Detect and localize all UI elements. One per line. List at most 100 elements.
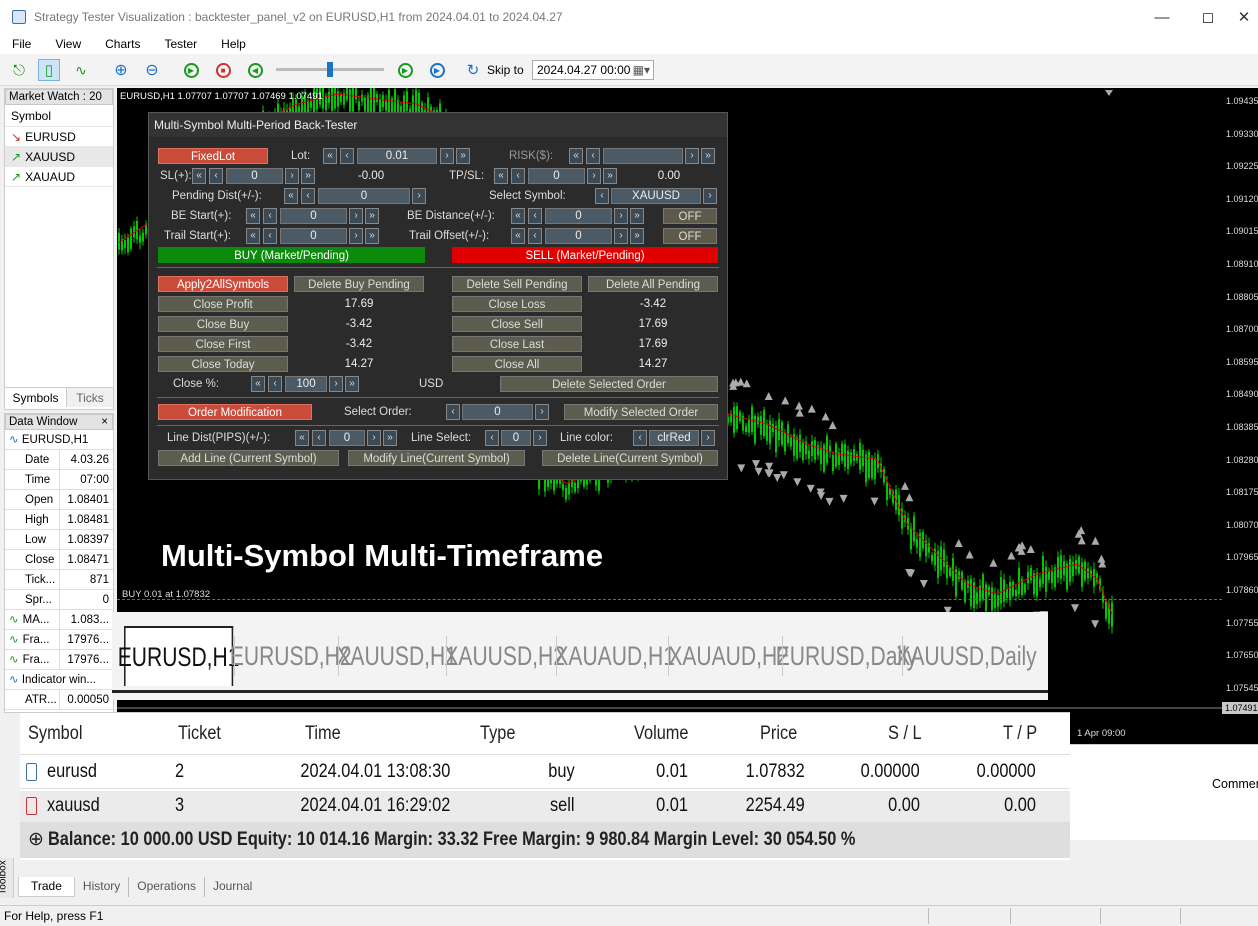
trail-toggle[interactable]: OFF — [663, 228, 717, 244]
menu-help[interactable]: Help — [209, 37, 258, 51]
line-dist-input[interactable]: 0 — [329, 430, 365, 446]
symbol-row[interactable]: ↘ EURUSD — [5, 127, 113, 147]
line-color-next-button[interactable]: › — [701, 430, 715, 446]
menu-charts[interactable]: Charts — [93, 37, 152, 51]
column-header[interactable]: T / P — [1003, 723, 1037, 745]
pending-dec-button[interactable]: ‹ — [301, 188, 315, 204]
close-pct-dec-fast-button[interactable]: « — [251, 376, 265, 392]
close-pct-inc-button[interactable]: › — [329, 376, 343, 392]
be-dist-inc-button[interactable]: › — [614, 208, 628, 224]
symbol-row[interactable]: ↗ XAUAUD — [5, 167, 113, 187]
lot-inc-fast-button[interactable]: » — [456, 148, 470, 164]
column-header[interactable]: Time — [305, 723, 341, 745]
line-color-prev-button[interactable]: ‹ — [633, 430, 647, 446]
close-pct-input[interactable]: 100 — [285, 376, 327, 392]
trail-start-inc-button[interactable]: › — [349, 228, 363, 244]
lot-inc-button[interactable]: › — [440, 148, 454, 164]
buy-button[interactable]: BUY (Market/Pending) — [158, 247, 425, 263]
tab-journal[interactable]: Journal — [205, 877, 260, 897]
fast-forward-icon[interactable]: ▶ — [394, 59, 416, 81]
zoom-out-icon[interactable]: ⊖ — [141, 59, 163, 81]
trade-row[interactable]: xauusd 3 2024.04.01 16:29:02 sell 0.01 2254.4… — [20, 791, 1070, 823]
menu-view[interactable]: View — [43, 37, 93, 51]
close-today-button[interactable]: Close Today — [158, 356, 288, 372]
close-all-button[interactable]: Close All — [452, 356, 582, 372]
order-line[interactable] — [117, 599, 1222, 600]
chart-tab[interactable]: XAUAUD,H2 — [668, 626, 789, 686]
order-next-button[interactable]: › — [535, 404, 549, 420]
slider-thumb[interactable] — [327, 62, 333, 77]
delete-buy-pending-button[interactable]: Delete Buy Pending — [294, 276, 424, 292]
column-header[interactable]: Ticket — [178, 723, 221, 745]
be-start-dec-fast-button[interactable]: « — [246, 208, 260, 224]
order-prev-button[interactable]: ‹ — [446, 404, 460, 420]
play-icon[interactable]: ▶ — [180, 59, 202, 81]
sl-input[interactable]: 0 — [226, 168, 283, 184]
be-start-dec-button[interactable]: ‹ — [263, 208, 277, 224]
fixedlot-button[interactable]: FixedLot — [158, 148, 268, 164]
close-pct-dec-button[interactable]: ‹ — [268, 376, 282, 392]
pending-inc-button[interactable]: › — [412, 188, 426, 204]
skip-date-field[interactable]: 2024.04.27 00:00 ▦▾ — [532, 60, 654, 80]
trail-start-dec-fast-button[interactable]: « — [246, 228, 260, 244]
line-color-select[interactable]: clrRed — [649, 430, 699, 446]
line-select-prev-button[interactable]: ‹ — [485, 430, 499, 446]
line-dist-inc-fast-button[interactable]: » — [383, 430, 397, 446]
modify-line-button[interactable]: Modify Line(Current Symbol) — [348, 450, 525, 466]
chart-tab[interactable]: EURUSD,Daily — [776, 626, 918, 686]
market-watch-header[interactable]: Symbol — [5, 105, 113, 127]
tab-operations[interactable]: Operations — [129, 877, 205, 897]
risk-dec-button[interactable]: ‹ — [586, 148, 600, 164]
select-order-input[interactable]: 0 — [462, 404, 533, 420]
close-icon[interactable]: × — [101, 415, 108, 429]
minimize-button[interactable]: — — [1138, 0, 1186, 34]
chart-tab[interactable]: XAUUSD,Daily — [896, 626, 1036, 686]
sl-dec-button[interactable]: ‹ — [209, 168, 223, 184]
tab-symbols[interactable]: Symbols — [5, 388, 67, 407]
calendar-icon[interactable]: ▦▾ — [633, 61, 650, 79]
zoom-in-icon[interactable]: ⊕ — [110, 59, 132, 81]
tp-inc-fast-button[interactable]: » — [603, 168, 617, 184]
expand-icon[interactable]: ⊕ — [28, 829, 44, 850]
column-header[interactable]: S / L — [888, 723, 922, 745]
lot-dec-button[interactable]: ‹ — [340, 148, 354, 164]
tp-input[interactable]: 0 — [528, 168, 585, 184]
tp-inc-button[interactable]: › — [587, 168, 601, 184]
trail-offset-inc-fast-button[interactable]: » — [630, 228, 644, 244]
line-chart-icon[interactable]: ∿ — [70, 59, 92, 81]
order-modification-button[interactable]: Order Modification — [158, 404, 312, 420]
delete-all-pending-button[interactable]: Delete All Pending — [588, 276, 718, 292]
trail-start-inc-fast-button[interactable]: » — [365, 228, 379, 244]
tp-dec-fast-button[interactable]: « — [494, 168, 508, 184]
lot-dec-fast-button[interactable]: « — [323, 148, 337, 164]
line-dist-dec-fast-button[interactable]: « — [295, 430, 309, 446]
delete-line-button[interactable]: Delete Line(Current Symbol) — [542, 450, 718, 466]
sl-dec-fast-button[interactable]: « — [192, 168, 206, 184]
trail-offset-dec-button[interactable]: ‹ — [528, 228, 542, 244]
trail-offset-dec-fast-button[interactable]: « — [511, 228, 525, 244]
line-dist-inc-button[interactable]: › — [367, 430, 381, 446]
tab-trade[interactable]: Trade — [18, 877, 75, 897]
modify-selected-order-button[interactable]: Modify Selected Order — [564, 404, 718, 420]
candlestick-icon[interactable]: ▯ — [38, 59, 60, 81]
close-button[interactable]: ✕ — [1230, 0, 1258, 34]
delete-sell-pending-button[interactable]: Delete Sell Pending — [452, 276, 582, 292]
bar-chart-icon[interactable]: ⎋ — [8, 59, 30, 81]
step-icon[interactable]: ▶ — [426, 59, 448, 81]
chart-tab[interactable]: XAUUSD,H2 — [444, 626, 565, 686]
line-select-next-button[interactable]: › — [533, 430, 547, 446]
trail-start-dec-button[interactable]: ‹ — [263, 228, 277, 244]
be-start-inc-button[interactable]: › — [349, 208, 363, 224]
risk-dec-fast-button[interactable]: « — [569, 148, 583, 164]
line-select-input[interactable]: 0 — [501, 430, 531, 446]
add-line-button[interactable]: Add Line (Current Symbol) — [158, 450, 339, 466]
be-start-input[interactable]: 0 — [280, 208, 347, 224]
sell-button[interactable]: SELL (Market/Pending) — [452, 247, 718, 263]
risk-inc-button[interactable]: › — [685, 148, 699, 164]
close-sell-button[interactable]: Close Sell — [452, 316, 582, 332]
be-start-inc-fast-button[interactable]: » — [365, 208, 379, 224]
column-header[interactable]: Volume — [634, 723, 689, 745]
apply-all-symbols-button[interactable]: Apply2AllSymbols — [158, 276, 288, 292]
trade-row[interactable]: eurusd 2 2024.04.01 13:08:30 buy 0.01 1.07832… — [20, 757, 1070, 789]
pending-input[interactable]: 0 — [318, 188, 410, 204]
